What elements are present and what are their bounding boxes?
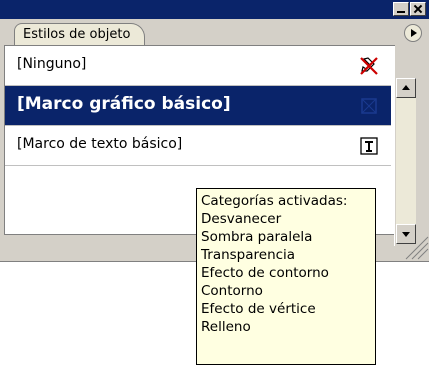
- list-item-label: [Ninguno]: [17, 56, 87, 72]
- tooltip-heading: Categorías activadas:: [201, 193, 348, 209]
- vertical-scrollbar[interactable]: [396, 78, 416, 244]
- list-item-label: [Marco gráfico básico]: [17, 94, 231, 114]
- tooltip-item: Sombra paralela: [201, 229, 313, 245]
- no-style-icon: [360, 57, 378, 75]
- tab-strip: Estilos de objeto: [0, 19, 429, 46]
- tooltip-item: Efecto de vértice: [201, 301, 316, 317]
- tooltip-item: Contorno: [201, 283, 263, 299]
- scroll-up-icon[interactable]: [396, 78, 416, 98]
- list-item[interactable]: [Marco de texto básico]: [5, 126, 391, 166]
- close-icon[interactable]: [410, 2, 426, 16]
- graphic-frame-icon: [361, 98, 377, 114]
- list-item[interactable]: [Marco gráfico básico]: [5, 86, 391, 126]
- list-item[interactable]: [Ninguno]: [5, 46, 391, 86]
- categories-tooltip: Categorías activadas: Desvanecer Sombra …: [196, 188, 376, 365]
- panel-title-bar[interactable]: [0, 0, 429, 19]
- tooltip-item: Transparencia: [201, 247, 296, 263]
- tooltip-item: Relleno: [201, 319, 251, 335]
- list-item-label: [Marco de texto básico]: [17, 136, 183, 152]
- text-frame-icon: [360, 137, 378, 155]
- resize-grip-icon[interactable]: [396, 234, 429, 260]
- tooltip-item: Efecto de contorno: [201, 265, 329, 281]
- minimize-icon[interactable]: [393, 2, 409, 16]
- tab-object-styles[interactable]: Estilos de objeto: [14, 23, 146, 46]
- tooltip-item: Desvanecer: [201, 211, 282, 227]
- panel-menu-icon[interactable]: [404, 24, 422, 42]
